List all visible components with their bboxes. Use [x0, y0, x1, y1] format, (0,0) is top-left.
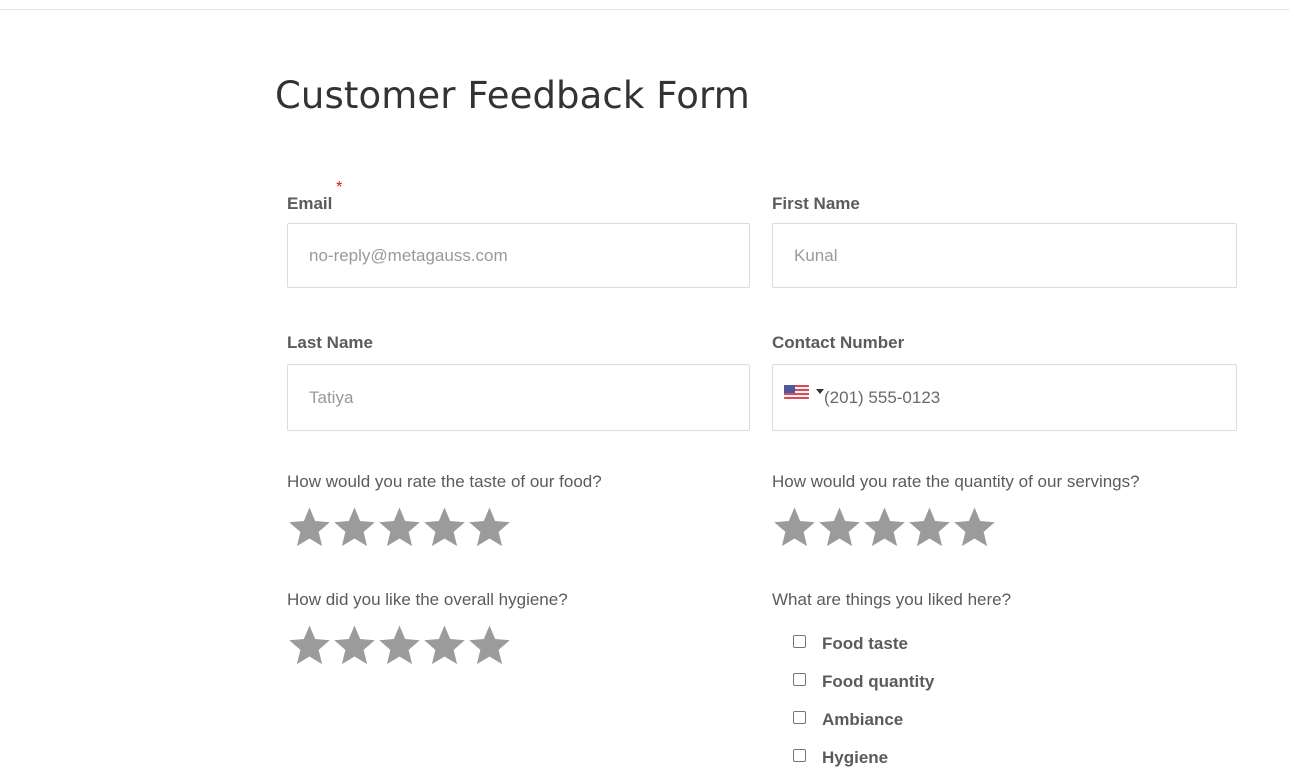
star-icon[interactable]	[287, 624, 332, 666]
contact-number-input-box[interactable]	[772, 364, 1237, 431]
star-icon[interactable]	[377, 506, 422, 548]
email-field-group: Email *	[287, 179, 753, 288]
contact-number-label: Contact Number	[772, 333, 905, 352]
last-name-label: Last Name	[287, 333, 373, 352]
checkbox-label: Hygiene	[822, 748, 889, 767]
caret-down-icon	[816, 389, 824, 394]
checkbox-label: Food quantity	[822, 672, 935, 691]
email-label: Email *	[287, 179, 342, 215]
rating-taste	[287, 506, 512, 548]
star-icon[interactable]	[952, 506, 997, 548]
star-icon[interactable]	[422, 506, 467, 548]
star-icon[interactable]	[862, 506, 907, 548]
rating-quantity	[772, 506, 997, 548]
star-icon[interactable]	[817, 506, 862, 548]
email-label-text: Email	[287, 194, 333, 213]
rating-question-quantity: How would you rate the quantity of our s…	[772, 472, 1140, 491]
liked-option-hygiene[interactable]: Hygiene	[793, 739, 934, 777]
first-name-label: First Name	[772, 194, 860, 213]
last-name-field-group: Last Name	[287, 332, 753, 431]
liked-checklist: Food taste Food quantity Ambiance Hygien…	[793, 625, 934, 777]
liked-option-ambiance[interactable]: Ambiance	[793, 701, 934, 739]
last-name-input-box[interactable]	[287, 364, 750, 431]
email-input-box[interactable]	[287, 223, 750, 288]
star-icon[interactable]	[377, 624, 422, 666]
us-flag-icon	[784, 384, 809, 399]
top-divider	[0, 9, 1289, 10]
liked-option-food-quantity[interactable]: Food quantity	[793, 663, 934, 701]
star-icon[interactable]	[332, 506, 377, 548]
page-title: Customer Feedback Form	[275, 74, 750, 117]
checkbox[interactable]	[793, 748, 806, 762]
first-name-input[interactable]	[773, 245, 1236, 266]
last-name-input[interactable]	[288, 387, 749, 408]
email-input[interactable]	[288, 245, 749, 266]
checkbox[interactable]	[793, 634, 806, 648]
liked-question: What are things you liked here?	[772, 590, 1012, 609]
star-icon[interactable]	[907, 506, 952, 548]
star-icon[interactable]	[332, 624, 377, 666]
contact-number-input[interactable]	[824, 387, 1236, 408]
star-icon[interactable]	[772, 506, 817, 548]
rating-hygiene	[287, 624, 512, 666]
star-icon[interactable]	[287, 506, 332, 548]
star-icon[interactable]	[467, 624, 512, 666]
checkbox[interactable]	[793, 710, 806, 724]
contact-number-field-group: Contact Number	[772, 332, 1238, 431]
country-selector[interactable]	[773, 384, 824, 399]
checkbox-label: Food taste	[822, 634, 908, 653]
first-name-input-box[interactable]	[772, 223, 1237, 288]
required-marker: *	[336, 179, 343, 196]
star-icon[interactable]	[422, 624, 467, 666]
phone-wrapper	[773, 384, 1236, 408]
first-name-field-group: First Name	[772, 193, 1238, 288]
rating-question-taste: How would you rate the taste of our food…	[287, 472, 602, 491]
rating-question-hygiene: How did you like the overall hygiene?	[287, 590, 568, 609]
liked-option-food-taste[interactable]: Food taste	[793, 625, 934, 663]
checkbox-label: Ambiance	[822, 710, 904, 729]
checkbox[interactable]	[793, 672, 806, 686]
star-icon[interactable]	[467, 506, 512, 548]
